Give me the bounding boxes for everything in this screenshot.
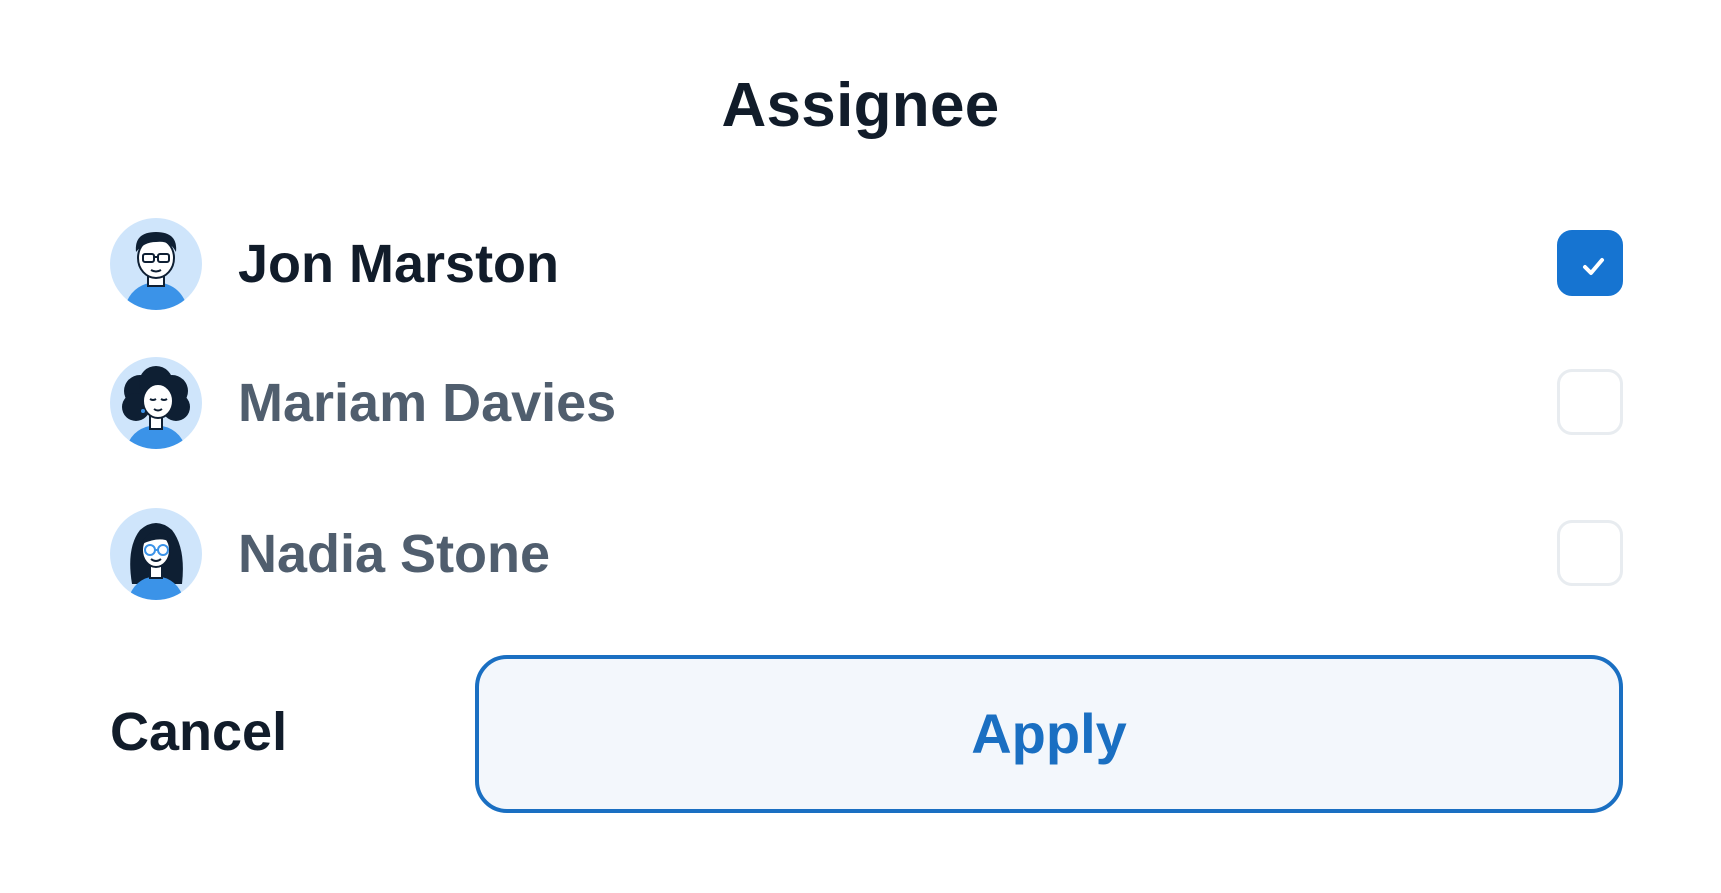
cancel-button[interactable]: Cancel (110, 696, 287, 768)
assignee-row-nadia-stone[interactable]: Nadia Stone (110, 508, 1623, 608)
apply-button[interactable]: Apply (475, 655, 1623, 813)
assignee-checkbox-unchecked[interactable] (1557, 520, 1623, 586)
assignee-name: Jon Marston (238, 234, 560, 294)
assignee-row-mariam-davies[interactable]: Mariam Davies (110, 357, 1623, 457)
assignee-name: Mariam Davies (238, 373, 617, 433)
assignee-checkbox-unchecked[interactable] (1557, 369, 1623, 435)
assignee-name: Nadia Stone (238, 524, 551, 584)
dialog-title: Assignee (721, 71, 1000, 140)
assignee-dialog: Assignee Jon Marston Mariam Davies Nadia… (0, 0, 1721, 893)
woman-glasses-long-hair-avatar (110, 508, 202, 600)
apply-button-label: Apply (971, 702, 1127, 765)
assignee-row-jon-marston[interactable]: Jon Marston (110, 218, 1623, 318)
man-with-glasses-avatar (110, 218, 202, 310)
woman-curly-hair-avatar (110, 357, 202, 449)
checkmark-icon (1583, 258, 1604, 275)
assignee-checkbox-checked[interactable] (1557, 230, 1623, 296)
